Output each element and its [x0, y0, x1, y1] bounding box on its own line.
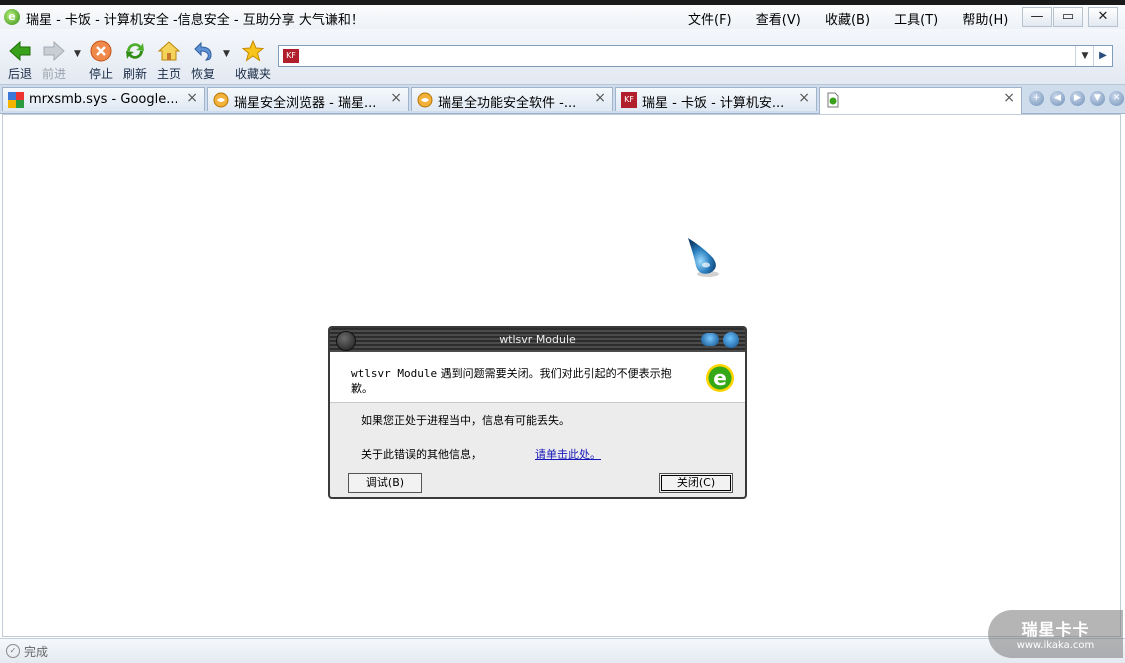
dialog-title-bar: wtlsvr Module [330, 328, 745, 352]
tab-list-icon[interactable]: ▼ [1090, 91, 1105, 106]
tab-label: 瑞星安全浏览器 - 瑞星... [234, 96, 377, 111]
history-dropdown-icon[interactable]: ▼ [74, 49, 81, 59]
tab-google[interactable]: mrxsmb.sys - Google... × [2, 87, 205, 111]
google-favicon-icon [8, 92, 24, 108]
stop-button[interactable]: 停止 [89, 39, 113, 82]
error-dialog: wtlsvr Module wtlsvr Module 遇到问题需要关闭。我们对… [328, 326, 747, 499]
dialog-menu-knob-icon[interactable] [336, 331, 356, 351]
tab-label: 瑞星全功能安全软件 -... [438, 96, 577, 111]
watermark-brand: 瑞星卡卡 [1021, 620, 1090, 639]
maximize-button[interactable]: ▭ [1053, 7, 1083, 27]
dialog-title: wtlsvr Module [499, 333, 576, 346]
home-label: 主页 [157, 67, 182, 81]
menu-bar: 文件(F) 查看(V) 收藏(B) 工具(T) 帮助(H) [688, 9, 1028, 28]
tab-rising-security[interactable]: 瑞星全功能安全软件 -... × [411, 87, 613, 111]
dialog-header: wtlsvr Module 遇到问题需要关闭。我们对此引起的不便表示抱歉。 e [330, 352, 745, 403]
site-favicon-icon: KF [283, 49, 299, 63]
new-tab-icon[interactable]: + [1029, 91, 1044, 106]
menu-view[interactable]: 查看(V) [756, 13, 801, 28]
stop-icon [89, 39, 113, 63]
water-drop-icon [688, 238, 719, 277]
minimize-icon: — [1030, 9, 1044, 24]
more-info-text: 关于此错误的其他信息， [361, 448, 482, 461]
data-loss-warning: 如果您正处于进程当中，信息有可能丢失。 [361, 414, 570, 427]
tab-rising-browser[interactable]: 瑞星安全浏览器 - 瑞星... × [207, 87, 409, 111]
browser-logo-icon: e [4, 9, 20, 25]
tab-close-icon[interactable]: × [594, 90, 606, 106]
module-name: wtlsvr Module [351, 367, 438, 380]
menu-help[interactable]: 帮助(H) [962, 13, 1008, 28]
back-label: 后退 [8, 67, 33, 81]
address-dropdown-icon[interactable]: ▼ [1075, 46, 1094, 66]
restore-dropdown-icon[interactable]: ▼ [223, 49, 230, 59]
tab-scroll-right-icon[interactable]: ▶ [1070, 91, 1085, 106]
tab-bar: mrxsmb.sys - Google... × 瑞星安全浏览器 - 瑞星...… [0, 85, 1125, 114]
window-title: 瑞星 - 卡饭 - 计算机安全 -信息安全 - 互助分享 大气谦和！ [26, 13, 364, 28]
favorites-button[interactable]: 收藏夹 [235, 39, 271, 82]
restore-button[interactable]: 恢复 [191, 39, 215, 82]
kafan-favicon-icon: KF [621, 92, 637, 108]
restore-label: 恢复 [191, 67, 216, 81]
svg-text:e: e [713, 366, 727, 390]
browser-e-logo-icon: e [706, 364, 734, 392]
refresh-button[interactable]: 刷新 [123, 39, 147, 82]
home-icon [157, 39, 181, 63]
home-button[interactable]: 主页 [157, 39, 181, 82]
address-bar: KF ▼ ▶ [278, 45, 1113, 67]
click-here-link[interactable]: 请单击此处。 [535, 446, 601, 462]
menu-tools[interactable]: 工具(T) [894, 13, 938, 28]
watermark-url: www.ikaka.com [1016, 640, 1095, 651]
page-favicon-icon [825, 92, 841, 108]
tab-close-icon[interactable]: × [390, 90, 402, 106]
rising-favicon-icon [417, 92, 433, 108]
status-bar: ✓ 完成 [0, 638, 1125, 663]
tab-close-icon[interactable]: × [798, 90, 810, 106]
maximize-icon: ▭ [1061, 9, 1075, 24]
star-icon [241, 39, 265, 63]
minimize-button[interactable]: — [1022, 7, 1052, 27]
dialog-close-icon[interactable] [723, 332, 739, 348]
close-tab-icon[interactable]: ✕ [1109, 91, 1124, 106]
tab-close-icon[interactable]: × [186, 90, 198, 106]
dialog-message: wtlsvr Module 遇到问题需要关闭。我们对此引起的不便表示抱歉。 [351, 366, 681, 396]
tab-scroll-left-icon[interactable]: ◀ [1050, 91, 1065, 106]
close-icon: ✕ [1097, 9, 1109, 24]
close-window-button[interactable]: ✕ [1088, 7, 1118, 27]
address-input[interactable] [303, 48, 1067, 66]
back-button[interactable]: 后退 [8, 39, 32, 82]
rising-favicon-icon [213, 92, 229, 108]
forward-arrow-icon [42, 39, 66, 63]
tab-label: mrxsmb.sys - Google... [29, 92, 177, 107]
tab-kafan[interactable]: KF 瑞星 - 卡饭 - 计算机安... × [615, 87, 817, 111]
favorites-label: 收藏夹 [235, 67, 272, 81]
tab-label: 瑞星 - 卡饭 - 计算机安... [642, 96, 785, 111]
stop-label: 停止 [89, 67, 114, 81]
refresh-label: 刷新 [123, 67, 148, 81]
debug-button[interactable]: 调试(B) [348, 473, 422, 493]
title-bar: e 瑞星 - 卡饭 - 计算机安全 -信息安全 - 互助分享 大气谦和！ 文件(… [0, 5, 1125, 29]
status-text: 完成 [24, 645, 49, 659]
menu-favorites[interactable]: 收藏(B) [825, 13, 870, 28]
forward-label: 前进 [42, 67, 67, 81]
dialog-minimize-icon[interactable] [701, 333, 719, 346]
watermark: 瑞星卡卡 www.ikaka.com [988, 610, 1123, 658]
tab-current[interactable]: × [819, 87, 1022, 114]
go-arrow-icon[interactable]: ▶ [1093, 46, 1112, 66]
back-arrow-icon [8, 39, 32, 63]
undo-icon [191, 39, 215, 63]
status-check-icon: ✓ [6, 644, 20, 658]
forward-button[interactable]: 前进 [42, 39, 66, 82]
toolbar: 后退 前进 ▼ 停止 刷新 主页 恢复 ▼ 收藏夹 KF ▼ ▶ [0, 29, 1125, 85]
menu-file[interactable]: 文件(F) [688, 13, 732, 28]
tab-close-icon[interactable]: × [1003, 90, 1015, 106]
refresh-icon [123, 39, 147, 63]
dialog-close-button[interactable]: 关闭(C) [659, 473, 733, 493]
